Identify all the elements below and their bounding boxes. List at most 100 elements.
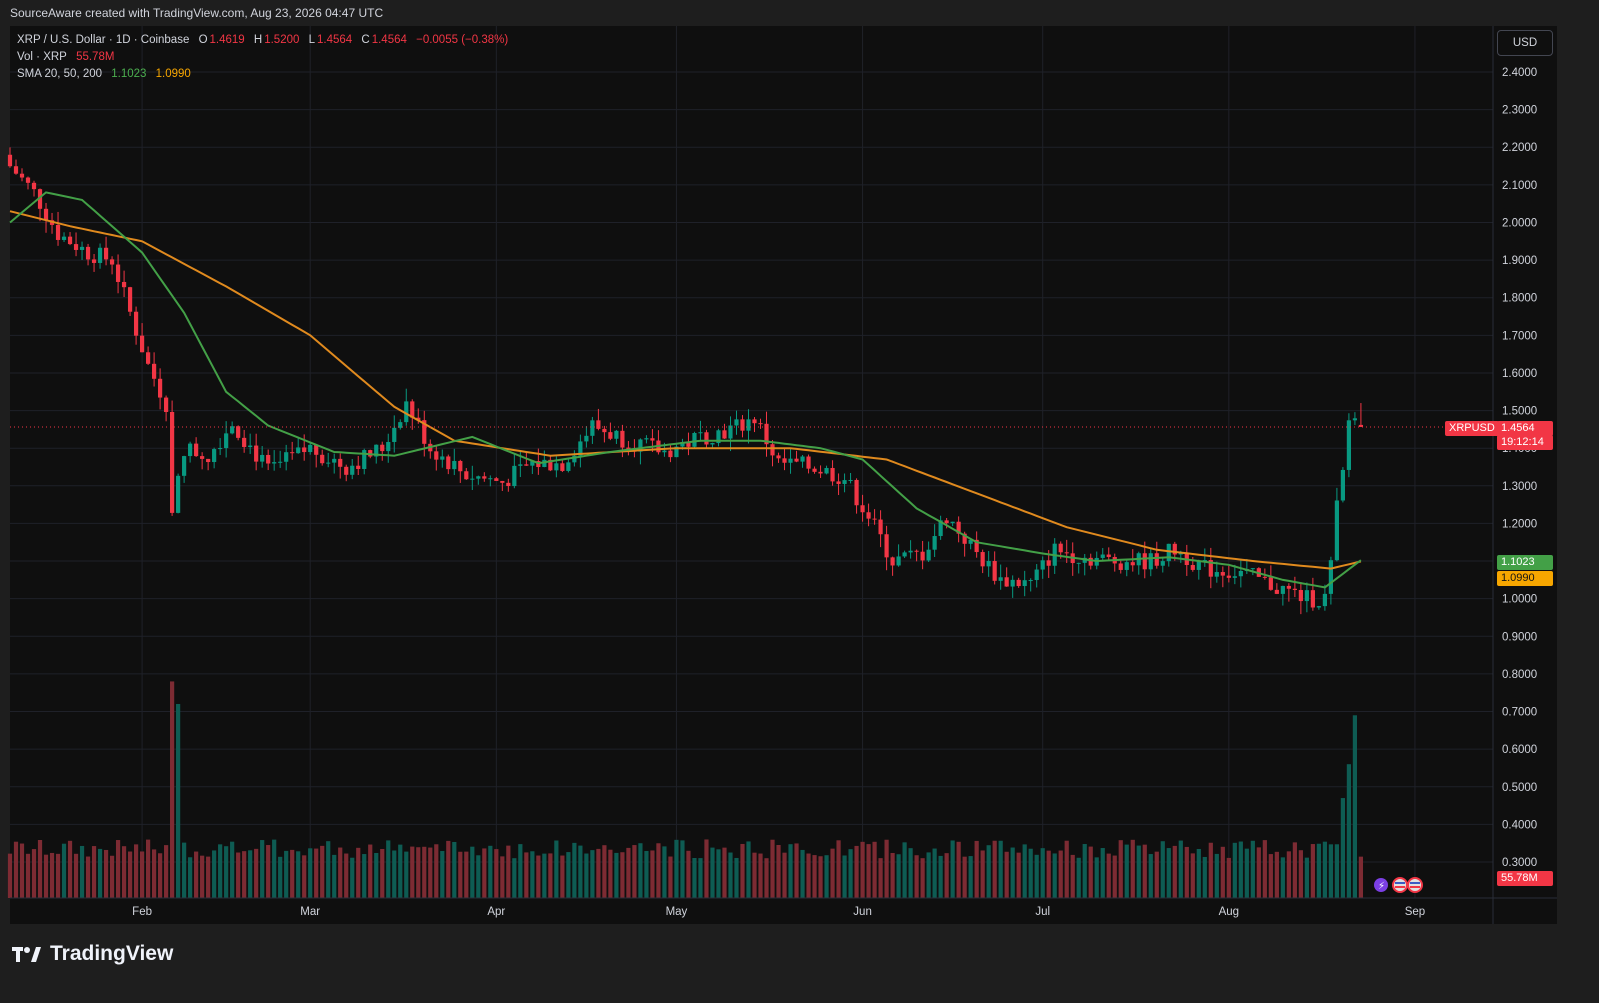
- event-icons[interactable]: ⚡: [1368, 876, 1424, 894]
- volume-bar: [356, 847, 361, 898]
- candle-body: [1058, 543, 1063, 553]
- candle-body: [242, 437, 247, 448]
- candle-body: [332, 458, 337, 463]
- candle-body: [1268, 577, 1273, 590]
- candle-body: [109, 259, 115, 265]
- volume-bar: [19, 843, 25, 898]
- volume-bar: [788, 844, 793, 898]
- candle-body: [284, 452, 289, 462]
- legend-sma50: 1.0990: [155, 68, 191, 80]
- currency-button[interactable]: USD: [1497, 30, 1553, 56]
- candle-body: [584, 435, 589, 442]
- candle-body: [986, 561, 991, 567]
- candle-body: [734, 419, 739, 426]
- volume-bar: [776, 845, 781, 898]
- candle-body: [266, 454, 271, 464]
- candle-body: [67, 236, 73, 245]
- price-tick-label: 1.5000: [1502, 406, 1537, 418]
- volume-bar: [968, 856, 973, 898]
- volume-bar: [452, 841, 457, 898]
- price-tick-label: 1.0000: [1502, 594, 1537, 606]
- volume-bar: [1130, 839, 1135, 898]
- price-tick-label: 0.9000: [1502, 631, 1537, 643]
- price-tick-label: 2.0000: [1502, 217, 1537, 229]
- candle-body: [224, 433, 229, 449]
- volume-bar: [542, 853, 547, 898]
- volume-bar: [224, 846, 229, 898]
- candle-body: [860, 505, 865, 513]
- candle-body: [488, 478, 493, 480]
- volume-bar: [500, 856, 505, 898]
- legend-sma-label: SMA 20, 50, 200: [17, 68, 103, 80]
- candle-body: [1076, 562, 1081, 564]
- volume-bar: [1352, 715, 1358, 898]
- price-tick-label: 0.3000: [1502, 857, 1537, 869]
- candle-body: [1130, 562, 1135, 566]
- candle-body: [290, 452, 295, 454]
- volume-bar: [932, 848, 937, 898]
- volume-bar: [1010, 847, 1015, 898]
- candle-body: [1034, 569, 1039, 581]
- legend-ohlc: XRP / U.S. Dollar · 1D · Coinbase O 1.461…: [17, 34, 510, 46]
- volume-bar: [566, 852, 571, 898]
- candle-body: [1046, 560, 1051, 566]
- volume-bar: [860, 841, 865, 898]
- candle-body: [650, 438, 655, 441]
- candle-body: [308, 444, 313, 453]
- volume-bar: [1244, 848, 1249, 898]
- price-chart[interactable]: 2.4000 2.3000 2.2000 2.1000 2.0000 1.9000 1.80…: [0, 0, 1599, 1003]
- brand-logo[interactable]: TradingView: [12, 942, 173, 966]
- candle-body: [1238, 570, 1243, 577]
- volume-bar: [1088, 846, 1093, 898]
- volume-bar: [1124, 844, 1129, 898]
- legend-sma: SMA 20, 50, 200 1.1023 1.0990: [17, 68, 193, 80]
- volume-bar: [974, 840, 979, 898]
- candle-body: [1100, 554, 1105, 558]
- candle-body: [998, 577, 1003, 581]
- flag-icon[interactable]: ⚡: [1368, 876, 1424, 894]
- volume-bar: [404, 851, 409, 898]
- candle-body: [248, 445, 253, 448]
- candle-body: [133, 311, 139, 336]
- volume-bar: [1208, 842, 1213, 898]
- price-tick-label: 1.3000: [1502, 481, 1537, 493]
- candle-body: [800, 456, 805, 462]
- candle-body: [668, 450, 673, 458]
- volume-badge: 55.78M: [1497, 871, 1553, 886]
- candle-body: [13, 166, 19, 174]
- volume-bar: [836, 840, 841, 898]
- volume-bar: [494, 849, 499, 898]
- volume-bar: [626, 847, 631, 898]
- candle-body: [878, 519, 883, 535]
- volume-bar: [278, 856, 283, 898]
- symbol-badge: XRPUSD: [1445, 421, 1499, 436]
- candle-body: [1016, 579, 1021, 587]
- candle-body: [812, 468, 817, 472]
- countdown-badge: 19:12:14: [1497, 435, 1553, 450]
- volume-bar: [446, 840, 451, 898]
- volume-bar: [740, 843, 745, 898]
- volume-bar: [956, 841, 961, 898]
- volume-bar: [1142, 844, 1147, 898]
- candle-body: [908, 550, 913, 553]
- legend-h-label: H: [253, 34, 263, 46]
- volume-bar: [722, 847, 727, 898]
- candle-body: [61, 236, 67, 240]
- candle-body: [103, 247, 109, 260]
- volume-bar: [680, 840, 685, 898]
- candle-body: [338, 458, 343, 467]
- candle-body: [608, 432, 613, 439]
- volume-bar: [1274, 851, 1279, 898]
- candle-body: [1310, 590, 1315, 608]
- time-tick-label: Feb: [132, 906, 152, 918]
- volume-bar: [1046, 850, 1051, 898]
- volume-bar: [674, 839, 679, 898]
- volume-bar: [512, 858, 517, 898]
- price-tick-label: 2.1000: [1502, 180, 1537, 192]
- volume-bar: [692, 857, 697, 898]
- volume-bar: [854, 845, 859, 898]
- candle-body: [1274, 589, 1279, 594]
- volume-bar: [314, 848, 319, 898]
- volume-bar: [1166, 848, 1171, 898]
- legend-symbol: XRP / U.S. Dollar · 1D · Coinbase: [17, 34, 190, 46]
